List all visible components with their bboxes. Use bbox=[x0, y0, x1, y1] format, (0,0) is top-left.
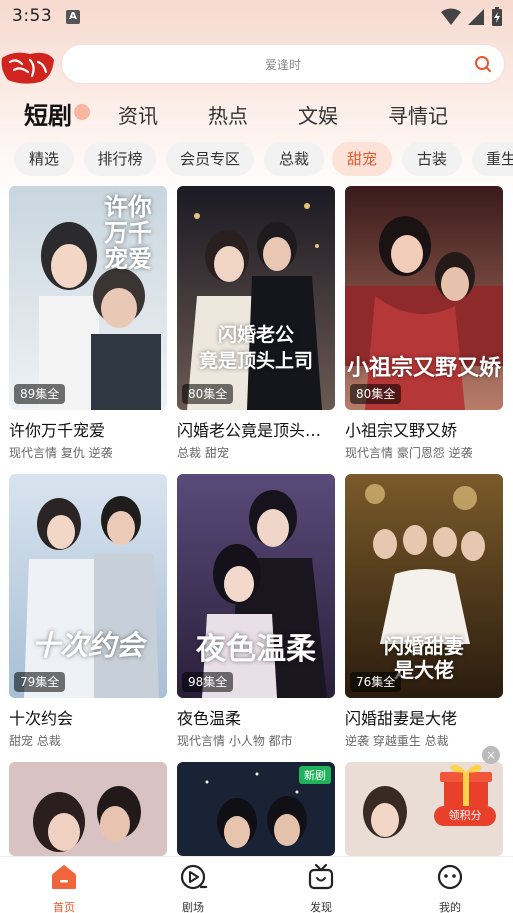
card-tags: 甜宠 总裁 bbox=[9, 734, 61, 748]
card-title[interactable]: 夜色温柔 bbox=[177, 705, 335, 729]
nav-discover[interactable]: 发现 bbox=[286, 863, 356, 913]
nav-home[interactable]: 首页 bbox=[29, 863, 99, 913]
chip-paihangbang[interactable]: 排行榜 bbox=[84, 142, 156, 176]
drama-card[interactable]: 夜色温柔 98集全 夜色温柔 现代言情 小人物 都市 bbox=[177, 474, 335, 749]
episode-badge: 79集全 bbox=[14, 672, 66, 692]
keyboard-indicator-icon: A bbox=[66, 10, 80, 24]
wifi-icon bbox=[441, 8, 461, 25]
card-title[interactable]: 闪婚老公竟是顶头上司 bbox=[177, 417, 335, 441]
episode-badge: 80集全 bbox=[182, 384, 234, 404]
search-placeholder: 爱逢时 bbox=[264, 58, 301, 72]
card-tags: 现代言情 豪门恩怨 逆袭 bbox=[345, 446, 473, 460]
episode-badge: 76集全 bbox=[350, 672, 402, 692]
drama-card[interactable]: 十次约会 79集全 十次约会 甜宠 总裁 bbox=[9, 474, 167, 749]
app-screen: 3:53 A 爱逢时 短剧 资讯 热点 文娱 寻情记 精选 排行榜 会员专区 总… bbox=[0, 0, 513, 913]
tab-duanju[interactable]: 短剧 bbox=[24, 96, 72, 131]
drama-poster[interactable]: 新剧 bbox=[177, 762, 335, 856]
drama-card[interactable]: 许你 万千 宠爱 89集全 许你万千宠爱 现代言情 复仇 逆袭 bbox=[9, 186, 167, 461]
gift-icon bbox=[440, 764, 492, 808]
nav-home-label: 首页 bbox=[53, 901, 75, 913]
episode-badge: 80集全 bbox=[350, 384, 402, 404]
nav-discover-label: 发现 bbox=[310, 901, 332, 913]
home-icon bbox=[52, 865, 76, 889]
drama-poster[interactable]: 闪婚甜妻 是大佬 76集全 bbox=[345, 474, 503, 698]
tab-redian[interactable]: 热点 bbox=[208, 100, 248, 129]
bottom-navigation: 首页 剧场 发现 我的 bbox=[0, 856, 513, 913]
chip-huiyuan[interactable]: 会员专区 bbox=[166, 142, 254, 176]
nav-mine[interactable]: 我的 bbox=[415, 863, 485, 913]
drama-card[interactable]: 小祖宗又野又娇 80集全 小祖宗又野又娇 现代言情 豪门恩怨 逆袭 bbox=[345, 186, 503, 461]
poster-title-art: 十次约会 bbox=[31, 629, 144, 662]
chip-zongcai[interactable]: 总裁 bbox=[264, 142, 324, 176]
drama-poster[interactable] bbox=[9, 762, 167, 856]
drama-card[interactable]: 新剧 bbox=[177, 762, 335, 856]
tab-wenyu[interactable]: 文娱 bbox=[298, 100, 338, 129]
drama-poster[interactable]: 十次约会 79集全 bbox=[9, 474, 167, 698]
nav-theater[interactable]: 剧场 bbox=[158, 863, 228, 913]
card-tags: 现代言情 小人物 都市 bbox=[177, 734, 293, 748]
points-promo[interactable]: × 领积分 bbox=[430, 746, 502, 830]
drama-poster[interactable]: 夜色温柔 98集全 bbox=[177, 474, 335, 698]
card-tags: 总裁 甜宠 bbox=[177, 446, 229, 460]
card-tags: 现代言情 复仇 逆袭 bbox=[9, 446, 113, 460]
tab-zixun[interactable]: 资讯 bbox=[118, 100, 158, 129]
search-input[interactable]: 爱逢时 bbox=[62, 45, 504, 83]
card-title[interactable]: 闪婚甜妻是大佬 bbox=[345, 705, 503, 729]
card-title[interactable]: 许你万千宠爱 bbox=[9, 417, 167, 441]
status-bar: 3:53 A bbox=[0, 0, 513, 34]
poster-title-art: 闪婚老公 竟是顶头上司 bbox=[198, 324, 313, 372]
category-chips: 精选 排行榜 会员专区 总裁 甜宠 古装 重生 bbox=[0, 142, 513, 176]
poster-title-art: 许你 万千 宠爱 bbox=[104, 192, 152, 273]
status-icons bbox=[441, 7, 503, 27]
search-icon[interactable] bbox=[474, 55, 492, 73]
chip-jingxuan[interactable]: 精选 bbox=[14, 142, 74, 176]
poster-title-art: 夜色温柔 bbox=[196, 632, 316, 667]
top-tabs: 短剧 资讯 热点 文娱 寻情记 bbox=[0, 96, 513, 130]
drama-card[interactable]: 闪婚甜妻 是大佬 76集全 闪婚甜妻是大佬 逆袭 穿越重生 总裁 bbox=[345, 474, 503, 749]
new-badge: 新剧 bbox=[299, 766, 331, 784]
app-logo[interactable] bbox=[0, 48, 56, 86]
drama-card[interactable]: 闪婚老公 竟是顶头上司 80集全 闪婚老公竟是顶头上司 总裁 甜宠 bbox=[177, 186, 335, 461]
tab-xunqingji[interactable]: 寻情记 bbox=[388, 100, 448, 129]
play-circle-icon bbox=[180, 864, 208, 890]
episode-badge: 98集全 bbox=[182, 672, 234, 692]
face-icon bbox=[437, 864, 463, 890]
drama-poster[interactable]: 闪婚老公 竟是顶头上司 80集全 bbox=[177, 186, 335, 410]
drama-card[interactable] bbox=[9, 762, 167, 856]
promo-label[interactable]: 领积分 bbox=[434, 806, 496, 826]
drama-poster[interactable]: 小祖宗又野又娇 80集全 bbox=[345, 186, 503, 410]
close-icon[interactable]: × bbox=[482, 746, 500, 764]
signal-icon bbox=[468, 9, 484, 25]
battery-icon bbox=[492, 7, 502, 26]
drama-poster[interactable]: 许你 万千 宠爱 89集全 bbox=[9, 186, 167, 410]
card-title[interactable]: 小祖宗又野又娇 bbox=[345, 417, 503, 441]
chip-tianchong[interactable]: 甜宠 bbox=[332, 142, 392, 176]
card-title[interactable]: 十次约会 bbox=[9, 705, 167, 729]
poster-title-art: 小祖宗又野又娇 bbox=[346, 355, 501, 381]
chip-guzhuang[interactable]: 古装 bbox=[402, 142, 462, 176]
nav-theater-label: 剧场 bbox=[182, 901, 204, 913]
episode-badge: 89集全 bbox=[14, 384, 66, 404]
nav-mine-label: 我的 bbox=[439, 901, 461, 913]
chip-chongsheng[interactable]: 重生 bbox=[472, 142, 513, 176]
card-tags: 逆袭 穿越重生 总裁 bbox=[345, 734, 449, 748]
tv-icon bbox=[308, 863, 334, 890]
status-time: 3:53 bbox=[12, 6, 53, 26]
